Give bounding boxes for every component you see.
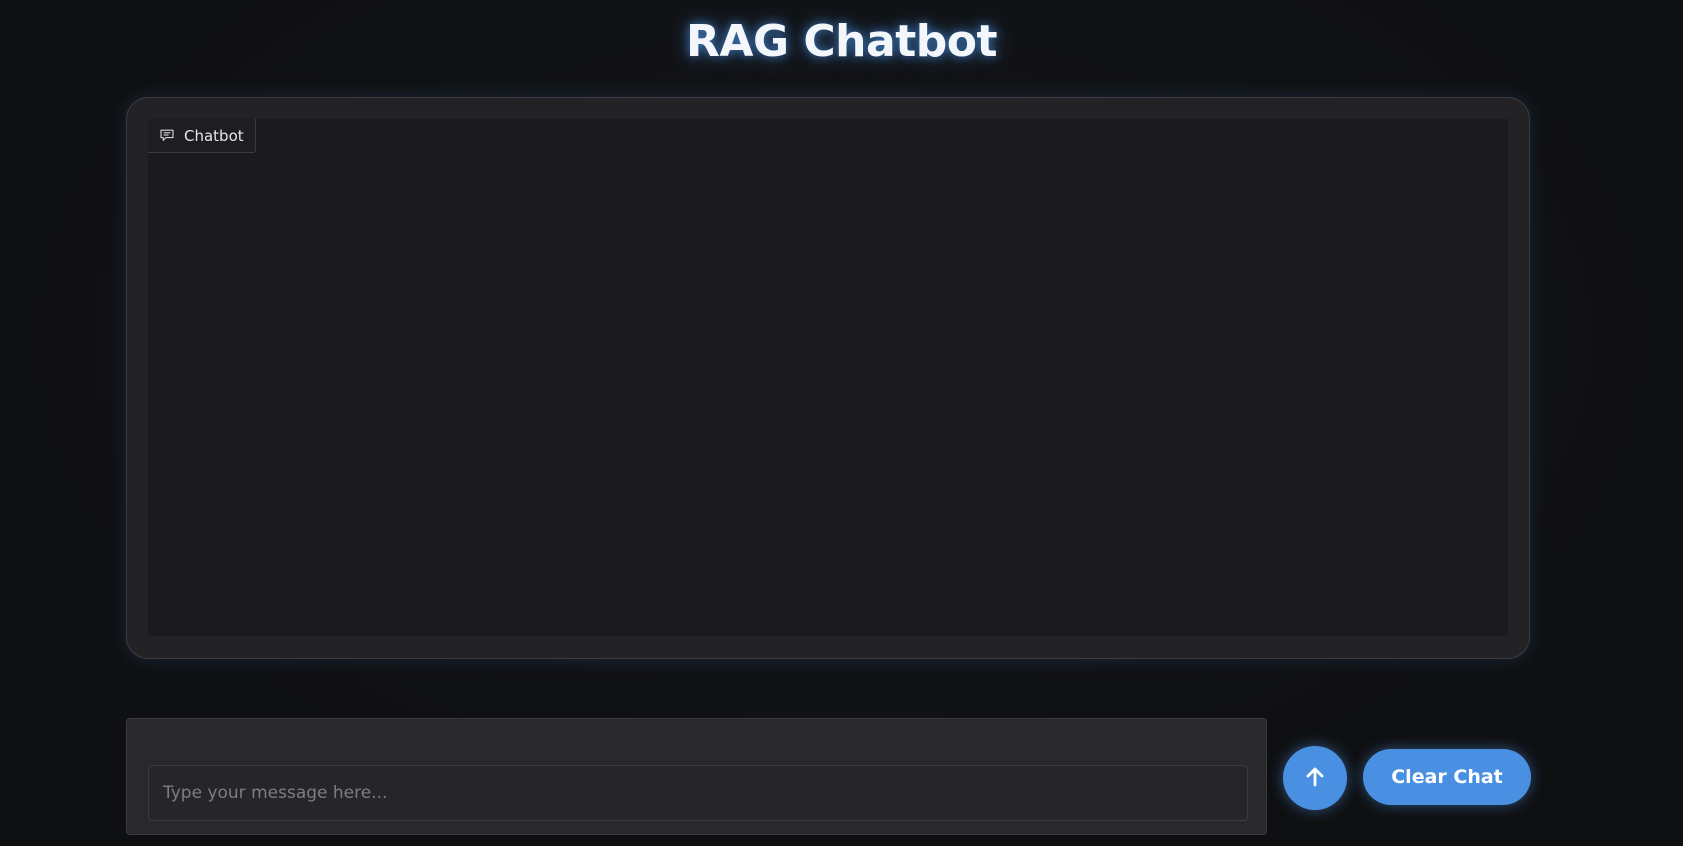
chatbot-panel: Chatbot <box>126 97 1530 659</box>
clear-chat-button[interactable]: Clear Chat <box>1363 749 1531 805</box>
arrow-up-icon <box>1305 766 1325 791</box>
chatbot-label-text: Chatbot <box>184 126 244 145</box>
send-button[interactable] <box>1283 746 1347 810</box>
chat-bubble-icon <box>160 129 174 142</box>
chatbot-label: Chatbot <box>148 119 256 153</box>
message-input-panel <box>126 718 1267 835</box>
page: RAG Chatbot Chatbot Type your message he… <box>0 0 1683 846</box>
message-input[interactable] <box>148 765 1248 821</box>
page-title: RAG Chatbot <box>686 16 997 67</box>
chat-message-area[interactable]: Chatbot <box>148 119 1508 636</box>
